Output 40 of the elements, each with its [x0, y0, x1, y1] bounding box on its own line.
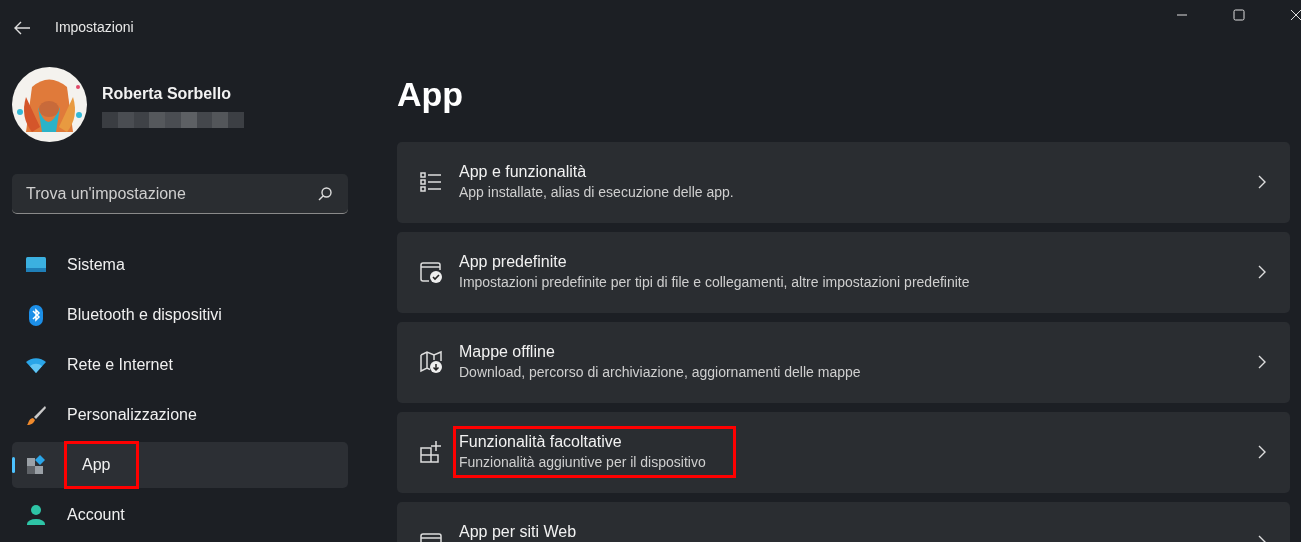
close-icon[interactable] [1290, 9, 1301, 21]
account-name: Roberta Sorbello [102, 83, 232, 104]
sidebar-item[interactable]: Bluetooth e dispositivi [12, 292, 348, 338]
settings-card[interactable]: Mappe offline Download, percorso di archiviazione, aggiornamenti delle mappe [397, 322, 1290, 403]
card-description: Funzionalità aggiuntive per il dispositivo [459, 453, 706, 472]
sidebar-item[interactable]: Rete e Internet [12, 342, 348, 388]
list-icon [419, 170, 443, 194]
settings-card[interactable]: Funzionalità facoltative Funzionalità aggiuntive per il dispositivo [397, 412, 1290, 493]
maximize-icon[interactable] [1233, 9, 1245, 21]
card-title: App e funzionalità [459, 162, 588, 182]
brush-icon [25, 404, 47, 426]
card-description: App installate, alias di esecuzione delle app. [459, 183, 734, 202]
selection-indicator [12, 457, 15, 473]
chevron-right-icon [1258, 445, 1266, 459]
person-icon [25, 504, 47, 526]
settings-card[interactable]: App e funzionalità App installate, alias di esecuzione delle app. [397, 142, 1290, 223]
sidebar-item[interactable]: Personalizzazione [12, 392, 348, 438]
card-description: Impostazioni predefinite per tipi di file e collegamenti, altre impostazioni predefinite [459, 273, 970, 292]
sidebar-item[interactable]: App [12, 442, 348, 488]
window-title: Impostazioni [55, 18, 134, 37]
card-title: Funzionalità facoltative [459, 432, 623, 452]
chevron-right-icon [1258, 175, 1266, 189]
search-field[interactable]: Trova un'impostazione [12, 174, 348, 214]
grid-plus-icon [419, 440, 443, 464]
window-check-icon [419, 260, 443, 284]
card-description: Download, percorso di archiviazione, aggiornamenti delle mappe [459, 363, 861, 382]
back-arrow-icon [13, 20, 31, 35]
chevron-right-icon [1258, 355, 1266, 369]
search-icon [318, 187, 332, 201]
settings-card[interactable]: App per siti Web [397, 502, 1290, 542]
chevron-right-icon [1258, 265, 1266, 279]
settings-card[interactable]: App predefinite Impostazioni predefinite per tipi di file e collegamenti, altre impostazioni predefinite [397, 232, 1290, 313]
apps-icon [25, 454, 47, 476]
page-title: App [397, 74, 465, 114]
card-title: App per siti Web [459, 522, 577, 542]
card-title: App predefinite [459, 252, 568, 272]
card-title: Mappe offline [459, 342, 556, 362]
sidebar-item[interactable]: Sistema [12, 242, 348, 288]
sidebar-item[interactable]: Account [12, 492, 348, 538]
map-icon [419, 350, 443, 374]
